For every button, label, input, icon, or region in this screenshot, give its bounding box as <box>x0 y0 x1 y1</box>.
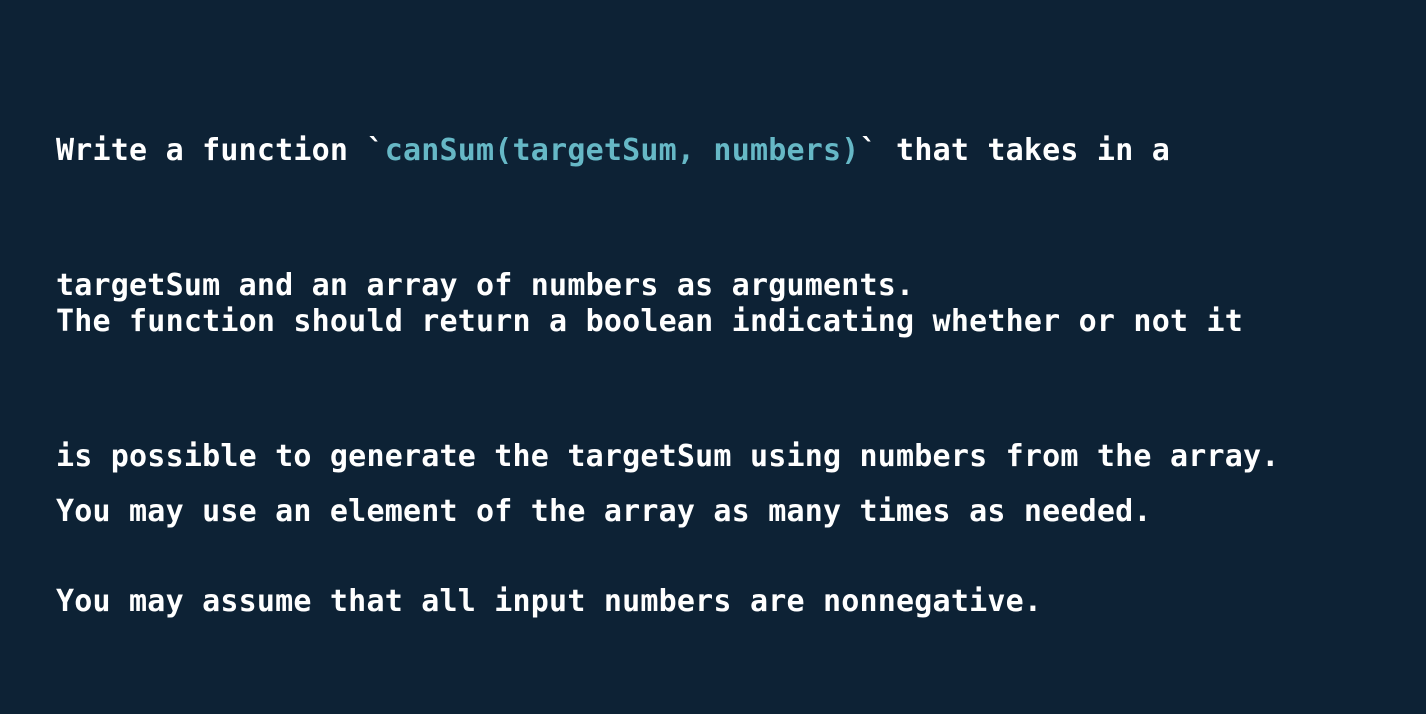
line-1-prefix: Write a function ` <box>56 133 385 168</box>
problem-statement-slide: Write a function `canSum(targetSum, numb… <box>0 0 1426 619</box>
nonnegative-assumption: You may assume that all input numbers ar… <box>56 489 1042 714</box>
nonnegative-assumption-line-1: You may assume that all input numbers ar… <box>56 584 1043 619</box>
line-1-suffix: ` that takes in a <box>859 133 1170 168</box>
function-signature: canSum(targetSum, numbers) <box>384 133 860 168</box>
return-description-line-1: The function should return a boolean ind… <box>56 304 1243 339</box>
function-description-line-1: Write a function `canSum(targetSum, numb… <box>56 128 1170 173</box>
